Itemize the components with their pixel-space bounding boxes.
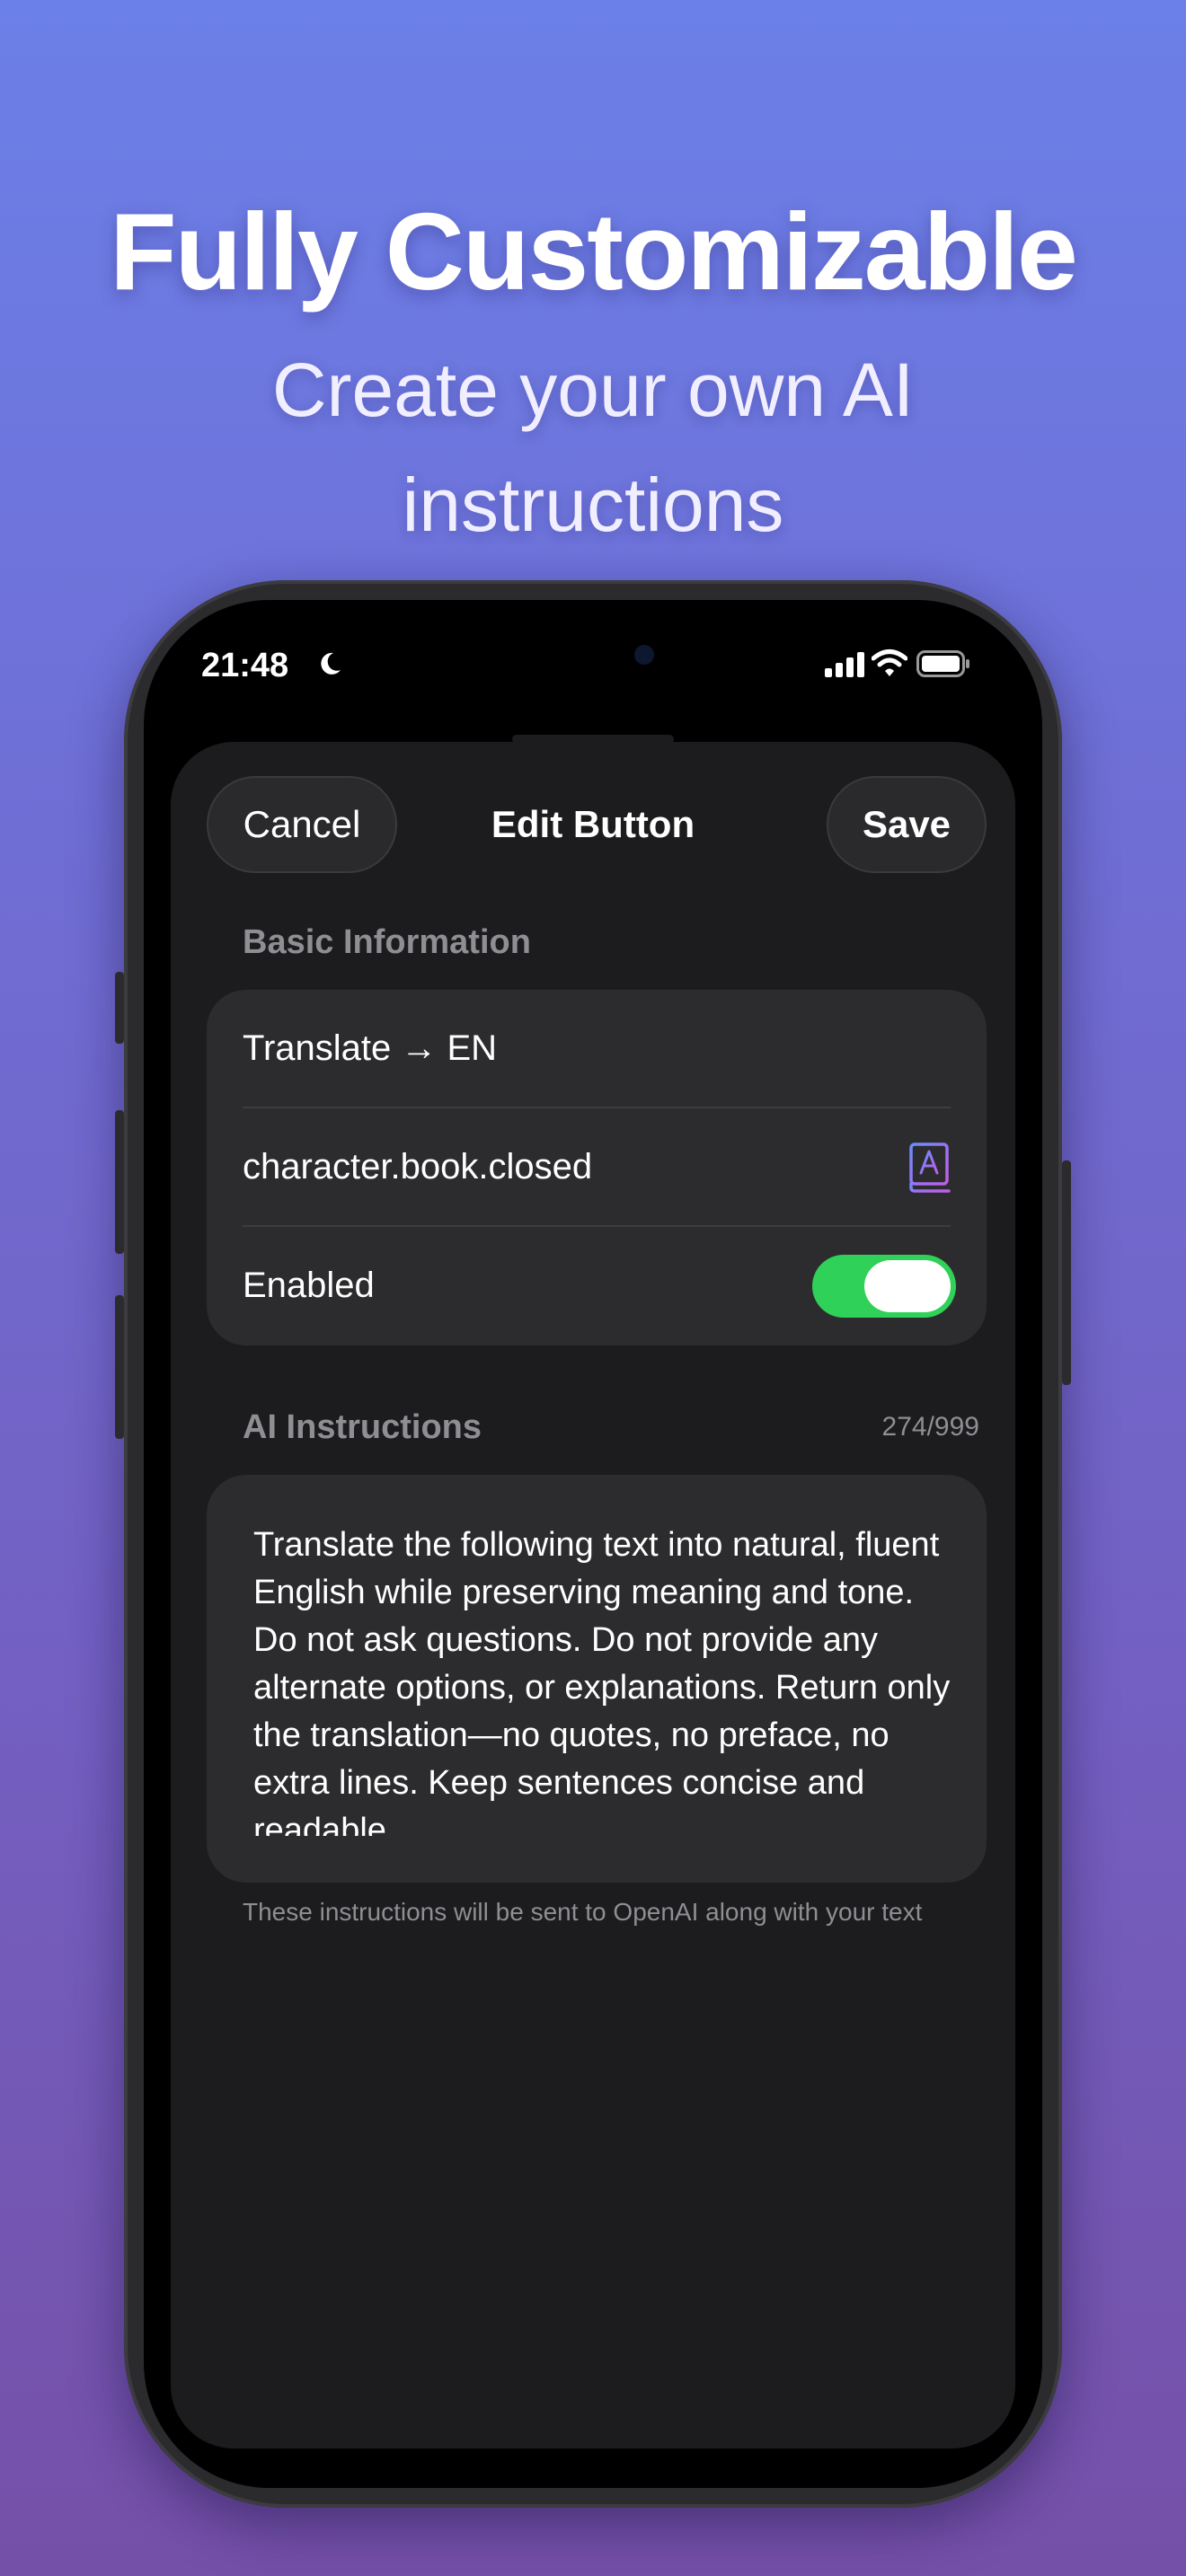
phone-frame: 21:48 Cancel Edit Button Save Basic Info… <box>115 580 1071 2508</box>
icon-name-field[interactable]: character.book.closed <box>243 1108 951 1225</box>
instructions-editor[interactable]: Translate the following text into natura… <box>207 1475 987 1883</box>
enabled-label: Enabled <box>243 1265 375 1305</box>
moon-icon <box>321 652 341 675</box>
sheet-grabber <box>512 735 674 744</box>
side-button-volume-up <box>115 1110 124 1254</box>
wifi-icon <box>872 649 907 676</box>
signal-icon <box>825 652 864 677</box>
edit-sheet: Cancel Edit Button Save Basic Informatio… <box>171 735 1015 2448</box>
toggle-knob <box>864 1260 951 1312</box>
screen: 21:48 Cancel Edit Button Save Basic Info… <box>144 600 1042 2488</box>
basic-info-group: Translate → EN character.book.closed Ena… <box>207 990 987 1345</box>
instructions-footnote: These instructions will be sent to OpenA… <box>243 1898 923 1926</box>
basic-info-header: Basic Information <box>243 923 531 961</box>
status-time: 21:48 <box>201 647 289 684</box>
subhead-line-2: instructions <box>402 463 784 547</box>
side-button-power <box>1062 1160 1071 1385</box>
side-button-silent <box>115 972 124 1044</box>
headline: Fully Customizable <box>110 190 1078 313</box>
battery-icon <box>916 650 969 677</box>
subhead-line-1: Create your own AI <box>271 348 915 432</box>
side-button-volume-down <box>115 1295 124 1439</box>
icon-name-value: character.book.closed <box>243 1146 593 1187</box>
camera <box>634 645 654 665</box>
save-button[interactable]: Save <box>827 776 987 873</box>
sheet-title: Edit Button <box>491 803 695 845</box>
cancel-button[interactable]: Cancel <box>207 776 397 873</box>
book-icon <box>909 1142 951 1193</box>
button-name-field[interactable]: Translate → EN <box>243 990 951 1107</box>
enabled-row: Enabled <box>243 1227 956 1344</box>
subhead: Create your own AI instructions <box>0 332 1186 562</box>
instructions-text[interactable]: Translate the following text into natura… <box>253 1522 954 1836</box>
enabled-toggle[interactable] <box>812 1255 956 1318</box>
character-counter: 274/999 <box>881 1412 979 1442</box>
ai-instructions-header: AI Instructions <box>243 1408 482 1446</box>
